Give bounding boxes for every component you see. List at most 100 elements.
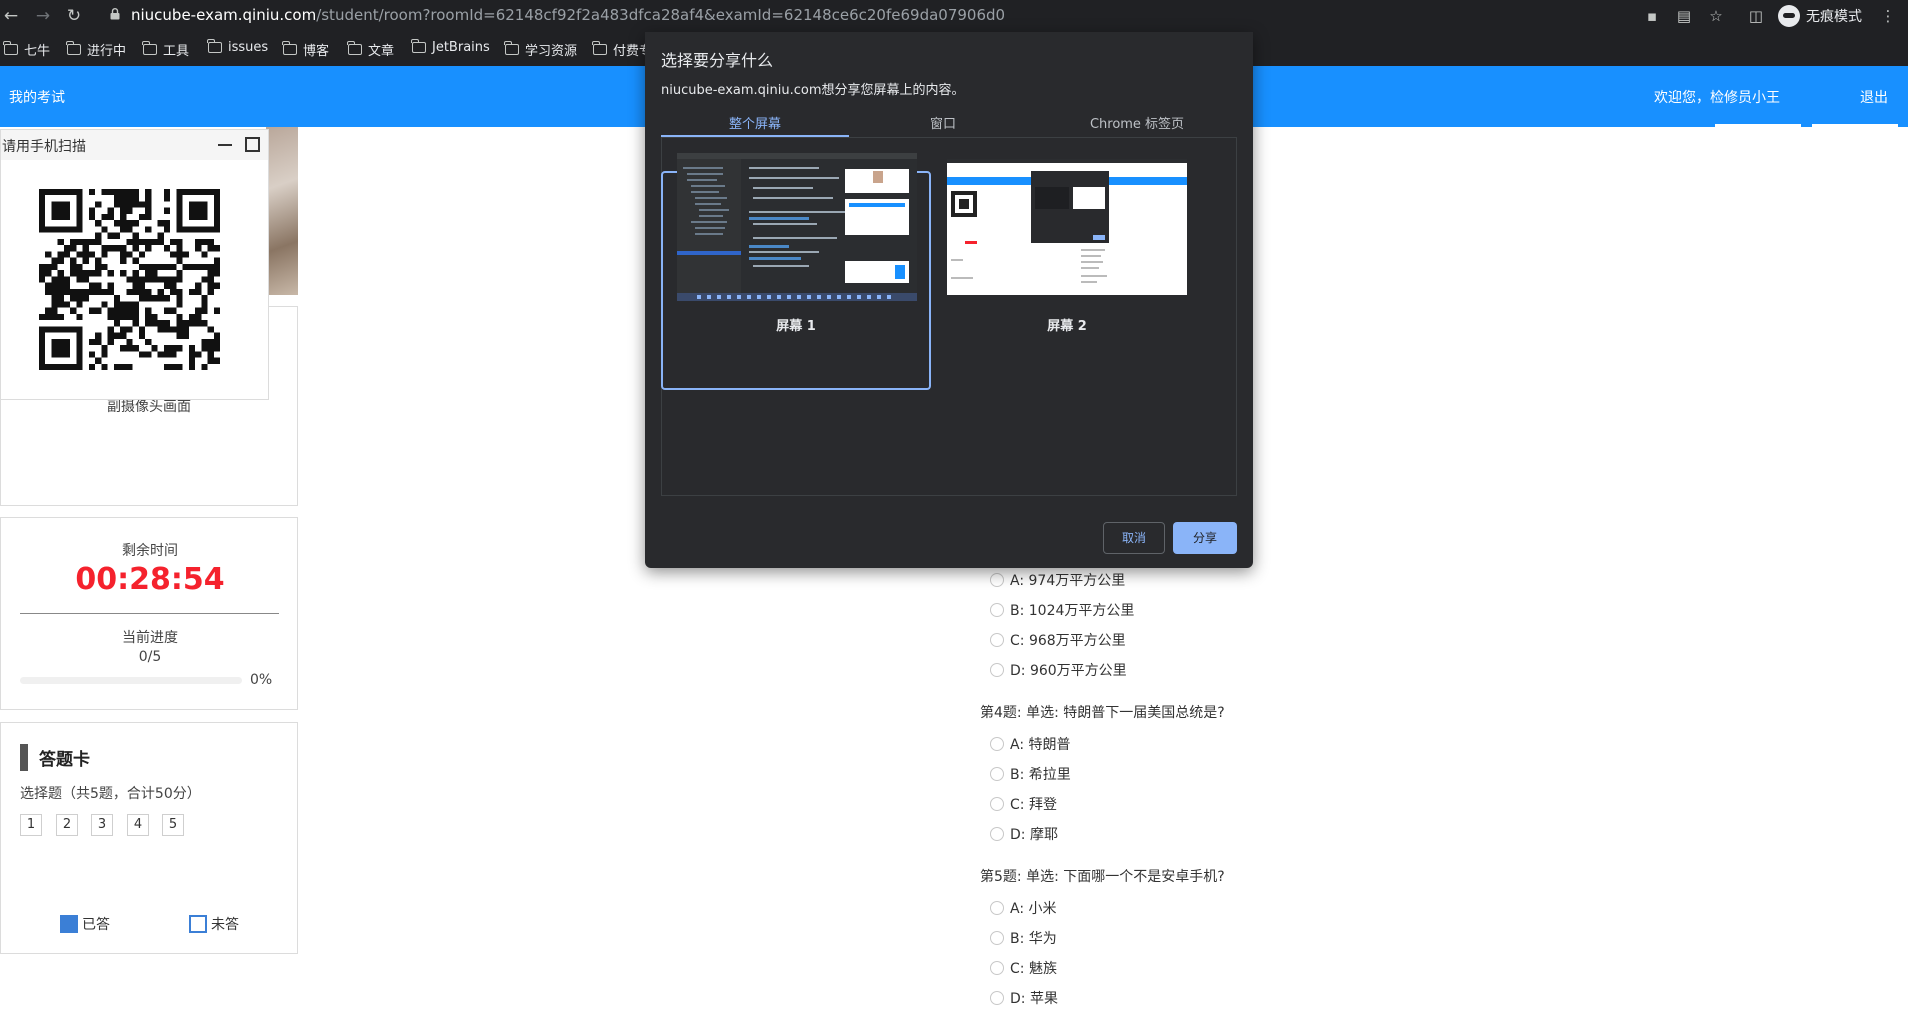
answer-option[interactable]: C: 魅族	[990, 958, 1057, 978]
option-label: B: 华为	[1010, 931, 1057, 947]
answer-option[interactable]: D: 苹果	[990, 988, 1058, 1008]
tab-entire-screen[interactable]: 整个屏幕	[661, 113, 849, 132]
answer-option[interactable]: B: 希拉里	[990, 764, 1071, 784]
option-label: C: 拜登	[1010, 797, 1057, 813]
radio-button[interactable]	[990, 573, 1004, 587]
welcome-user[interactable]: 欢迎您，检修员小王	[1654, 87, 1780, 107]
bookmark-folder[interactable]: issues	[207, 39, 269, 55]
question-title: 第5题: 单选: 下面哪一个不是安卓手机?	[980, 869, 1225, 885]
cancel-button[interactable]: 取消	[1103, 522, 1165, 554]
browser-toolbar: ← → ↻ niucube-exam.qiniu.com/student/roo…	[0, 0, 1908, 32]
answer-card-panel: 答题卡 选择题（共5题，合计50分） 1 2 3 4 5 已答 未答	[0, 722, 298, 954]
logout-button[interactable]: 退出	[1860, 87, 1888, 107]
incognito-badge[interactable]: 无痕模式	[1778, 4, 1862, 28]
bookmark-folder[interactable]: 工具	[142, 40, 190, 59]
answer-option[interactable]: D: 960万平方公里	[990, 660, 1127, 680]
folder-icon	[142, 41, 157, 55]
bookmark-folder[interactable]: 文章	[347, 40, 395, 59]
translate-icon[interactable]: ▤	[1674, 6, 1694, 26]
option-label: B: 1024万平方公里	[1010, 603, 1135, 619]
radio-button[interactable]	[990, 663, 1004, 677]
qr-popup-header[interactable]: 请用手机扫描	[1, 130, 268, 160]
bookmark-folder[interactable]: 进行中	[66, 40, 126, 59]
radio-button[interactable]	[990, 991, 1004, 1005]
screen-1-thumbnail	[677, 153, 917, 301]
radio-button[interactable]	[990, 961, 1004, 975]
radio-button[interactable]	[990, 767, 1004, 781]
answer-option[interactable]: C: 拜登	[990, 794, 1057, 814]
question-number-button[interactable]: 3	[91, 814, 113, 836]
header-underline	[1715, 124, 1801, 127]
radio-button[interactable]	[990, 633, 1004, 647]
answer-option[interactable]: A: 974万平方公里	[990, 570, 1125, 590]
main-camera-feed	[266, 127, 298, 295]
bookmark-folder[interactable]: 付费专	[592, 40, 652, 59]
bookmark-label: 学习资源	[525, 44, 578, 59]
bookmark-label: JetBrains	[432, 40, 490, 55]
my-exams-link[interactable]: 我的考试	[9, 87, 65, 107]
option-label: A: 小米	[1010, 901, 1057, 917]
bookmark-folder[interactable]: 七牛	[3, 40, 51, 59]
answer-option[interactable]: C: 968万平方公里	[990, 630, 1126, 650]
back-icon[interactable]: ←	[0, 5, 22, 27]
radio-button[interactable]	[990, 931, 1004, 945]
reload-icon[interactable]: ↻	[63, 5, 85, 27]
incognito-label: 无痕模式	[1806, 9, 1862, 25]
radio-button[interactable]	[990, 603, 1004, 617]
active-tab-indicator	[661, 135, 849, 137]
bookmark-label: issues	[228, 40, 269, 55]
radio-button[interactable]	[990, 737, 1004, 751]
answer-option[interactable]: B: 1024万平方公里	[990, 600, 1134, 620]
qr-code-image	[39, 189, 220, 370]
legend-unanswered-label: 未答	[211, 917, 239, 933]
tab-chrome-tab[interactable]: Chrome 标签页	[1037, 113, 1237, 132]
tab-window[interactable]: 窗口	[849, 113, 1037, 132]
unanswered-swatch	[189, 915, 207, 933]
maximize-icon[interactable]	[245, 137, 260, 152]
folder-icon	[3, 41, 18, 55]
answer-option[interactable]: A: 特朗普	[990, 734, 1071, 754]
menu-dots-icon[interactable]: ⋮	[1878, 6, 1898, 26]
url-path: /student/room?roomId=62148cf92f2a483dfca…	[316, 6, 1006, 24]
answer-option[interactable]: D: 摩耶	[990, 824, 1058, 844]
radio-button[interactable]	[990, 901, 1004, 915]
answer-option[interactable]: A: 小米	[990, 898, 1057, 918]
share-button[interactable]: 分享	[1173, 522, 1237, 554]
progress-percent: 0%	[250, 672, 273, 688]
folder-icon	[347, 41, 362, 55]
option-label: A: 特朗普	[1010, 737, 1071, 753]
remaining-time-label: 剩余时间	[122, 543, 178, 559]
share-dialog-title: 选择要分享什么	[661, 51, 774, 70]
folder-icon	[504, 41, 519, 55]
bookmark-label: 文章	[368, 44, 395, 59]
remaining-time-value: 00:28:54	[75, 562, 225, 597]
radio-button[interactable]	[990, 827, 1004, 841]
legend-answered: 已答	[60, 914, 110, 934]
camera-icon[interactable]: ▪	[1642, 6, 1662, 26]
side-panel-icon[interactable]: ◫	[1746, 6, 1766, 26]
bookmark-label: 工具	[163, 44, 190, 59]
qr-popup: 请用手机扫描	[0, 129, 269, 400]
question-title: 第4题: 单选: 特朗普下一届美国总统是?	[980, 705, 1225, 721]
option-label: D: 960万平方公里	[1010, 663, 1127, 679]
question-number-button[interactable]: 1	[20, 814, 42, 836]
radio-button[interactable]	[990, 797, 1004, 811]
bookmark-folder[interactable]: 学习资源	[504, 40, 578, 59]
bookmark-label: 博客	[303, 44, 330, 59]
bookmark-folder[interactable]: JetBrains	[411, 39, 490, 55]
option-label: A: 974万平方公里	[1010, 573, 1126, 589]
answer-option[interactable]: B: 华为	[990, 928, 1057, 948]
folder-icon	[411, 39, 426, 53]
minimize-icon[interactable]	[218, 144, 232, 146]
bookmark-folder[interactable]: 博客	[282, 40, 330, 59]
lock-icon[interactable]	[110, 8, 120, 20]
bookmark-label: 七牛	[24, 44, 51, 59]
question-number-button[interactable]: 4	[127, 814, 149, 836]
option-label: D: 摩耶	[1010, 827, 1058, 843]
forward-icon[interactable]: →	[32, 5, 54, 27]
screen-2-thumbnail	[947, 159, 1187, 295]
question-number-button[interactable]: 2	[56, 814, 78, 836]
address-bar[interactable]: niucube-exam.qiniu.com/student/room?room…	[131, 6, 1005, 24]
question-number-button[interactable]: 5	[162, 814, 184, 836]
bookmark-star-icon[interactable]: ☆	[1706, 6, 1726, 26]
